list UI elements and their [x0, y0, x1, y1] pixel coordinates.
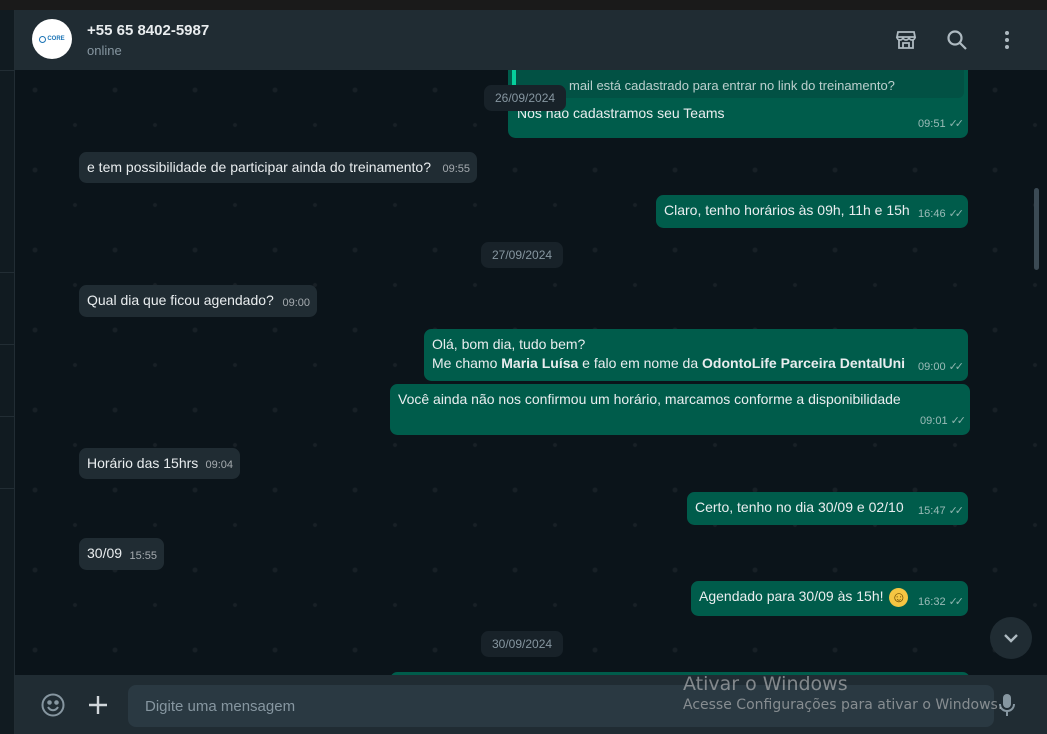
- message-in[interactable]: 30/09 15:55: [79, 538, 164, 570]
- message-meta: 09:01 ✓✓: [920, 412, 967, 431]
- window-top-strip: [0, 0, 1047, 10]
- avatar-logo: CORE: [39, 35, 65, 43]
- message-text: Claro, tenho horários às 09h, 11h e 15h: [664, 202, 910, 218]
- watermark-title: Ativar o Windows: [683, 673, 848, 695]
- message-text: Horário das 15hrs: [87, 455, 199, 471]
- message-in[interactable]: e tem possibilidade de participar ainda …: [79, 152, 477, 183]
- scrollbar-thumb[interactable]: [1034, 188, 1039, 270]
- read-receipt-icon: ✓✓: [948, 596, 965, 608]
- message-meta: 09:00: [282, 297, 310, 309]
- message-meta: 16:46 ✓✓: [918, 205, 965, 224]
- read-receipt-icon: ✓✓: [948, 118, 965, 130]
- search-icon[interactable]: [945, 28, 969, 52]
- message-text: 30/09: [87, 545, 123, 561]
- read-receipt-icon: ✓✓: [948, 505, 965, 517]
- date-divider: 30/09/2024: [481, 631, 564, 657]
- windows-activation-watermark: Ativar o Windows Acesse Configurações pa…: [683, 673, 1002, 713]
- conversation-panel[interactable]: mail está cadastrado para entrar no link…: [15, 70, 1047, 675]
- message-out[interactable]: mail está cadastrado para entrar no link…: [508, 70, 968, 138]
- chevron-down-icon: [1004, 634, 1018, 643]
- sender-name: Maria Luísa: [501, 355, 579, 371]
- quoted-text: mail está cadastrado para entrar no link…: [569, 78, 895, 93]
- quoted-message[interactable]: mail está cadastrado para entrar no link…: [512, 70, 964, 98]
- menu-icon[interactable]: [995, 28, 1019, 52]
- message-meta: 09:55: [442, 163, 470, 175]
- message-out[interactable]: Agendado para 30/09 às 15h! ☺ 16:32 ✓✓: [691, 581, 968, 616]
- whatsapp-window: CORE +55 65 8402-5987 online mail está c…: [0, 0, 1047, 734]
- read-receipt-icon: ✓✓: [948, 208, 965, 220]
- message-meta: 16:32 ✓✓: [918, 593, 965, 612]
- message-in[interactable]: Qual dia que ficou agendado? 09:00: [79, 285, 317, 317]
- message-meta: 09:04: [205, 459, 233, 471]
- message-line: Me chamo Maria Luísa e falo em nome da O…: [432, 355, 906, 371]
- company-name: OdontoLife Parceira DentalUni: [702, 355, 906, 371]
- emoji-icon[interactable]: [40, 692, 66, 723]
- smile-emoji-icon: ☺: [889, 587, 909, 607]
- watermark-subtitle: Acesse Configurações para ativar o Windo…: [683, 697, 1003, 713]
- date-divider: 27/09/2024: [481, 242, 564, 268]
- avatar[interactable]: CORE: [32, 19, 72, 59]
- date-divider: 26/09/2024: [484, 85, 567, 111]
- message-text: Certo, tenho no dia 30/09 e 02/10: [695, 499, 904, 515]
- message-out[interactable]: Certo, tenho no dia 30/09 e 02/10 15:47 ✓…: [687, 492, 968, 525]
- message-meta: 09:51 ✓✓: [918, 115, 965, 134]
- message-meta: 15:55: [129, 550, 157, 562]
- message-text: Qual dia que ficou agendado?: [87, 292, 274, 308]
- read-receipt-icon: ✓✓: [950, 415, 967, 427]
- message-text: Você ainda não nos confirmou um horário,…: [398, 391, 901, 407]
- message-meta: 15:47 ✓✓: [918, 502, 965, 521]
- read-receipt-icon: ✓✓: [948, 361, 965, 373]
- chat-list-edge: [0, 10, 15, 734]
- message-out[interactable]: Olá, bom dia, tudo bem? Me chamo Maria L…: [424, 329, 968, 381]
- message-text: Agendado para 30/09 às 15h!: [699, 588, 884, 604]
- chat-header[interactable]: CORE +55 65 8402-5987 online: [15, 10, 1047, 70]
- message-in[interactable]: Horário das 15hrs 09:04: [79, 448, 240, 479]
- attach-plus-icon[interactable]: [85, 692, 111, 723]
- contact-status: online: [87, 43, 122, 58]
- message-line: Olá, bom dia, tudo bem?: [432, 336, 586, 352]
- message-meta: 09:00 ✓✓: [918, 358, 965, 377]
- message-text: e tem possibilidade de participar ainda …: [87, 159, 431, 175]
- message-out[interactable]: Claro, tenho horários às 09h, 11h e 15h …: [656, 195, 968, 228]
- message-out[interactable]: Você ainda não nos confirmou um horário,…: [390, 384, 970, 435]
- contact-name[interactable]: +55 65 8402-5987: [87, 22, 209, 39]
- catalog-icon[interactable]: [894, 28, 918, 52]
- scroll-down-button[interactable]: [990, 617, 1032, 659]
